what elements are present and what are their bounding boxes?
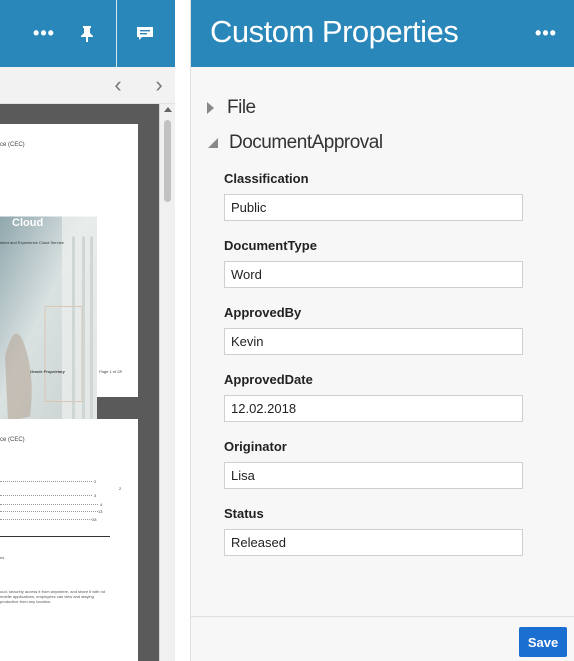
comment-icon (137, 26, 153, 40)
chevron-left-icon: ‹ (114, 72, 122, 97)
field-label: Status (224, 506, 264, 521)
page-header-text: ce (CEC) (0, 437, 25, 443)
cover-image: rn ess Cloud ntent and Experience Cloud … (0, 153, 97, 422)
chevron-right-icon: › (155, 72, 163, 97)
toc-leader (0, 511, 98, 512)
toc-page-number: 28 (92, 517, 97, 522)
more-options-button[interactable]: ••• (27, 0, 61, 67)
expand-right-icon (207, 102, 214, 114)
section-rule (0, 536, 110, 537)
scroll-thumb[interactable] (164, 120, 171, 202)
vertical-scrollbar[interactable] (159, 104, 175, 661)
body-text: es (0, 555, 5, 560)
viewer-toolbar: ••• (0, 0, 175, 67)
field-documenttype: DocumentType (224, 238, 524, 305)
next-page-button[interactable]: › (147, 72, 171, 98)
page-footer-right: Page 1 of 28 (99, 369, 122, 374)
field-status: Status (224, 506, 524, 573)
collapse-down-icon (208, 138, 218, 148)
approveddate-input[interactable] (224, 395, 523, 422)
toc-page-number: 2 (119, 486, 122, 491)
field-approvedby: ApprovedBy (224, 305, 524, 372)
document-page-thumbnail[interactable]: ce (CEC) rn ess Cloud ntent and Experien… (0, 124, 138, 422)
document-page-thumbnail[interactable]: ce (CEC) 2 2 3 4 13 28 es oud, securely … (0, 419, 138, 661)
toc-leader (0, 504, 98, 505)
classification-input[interactable] (224, 194, 523, 221)
section-label: File (227, 97, 256, 118)
toc-leader (0, 519, 92, 520)
section-documentapproval-toggle[interactable]: DocumentApproval (207, 132, 383, 154)
more-dots-icon: ••• (535, 22, 557, 43)
status-input[interactable] (224, 529, 523, 556)
originator-input[interactable] (224, 462, 523, 489)
field-label: ApprovedBy (224, 305, 302, 320)
toc-page-number: 4 (100, 502, 103, 507)
toc-leader (0, 481, 92, 482)
panel-title: Custom Properties (210, 14, 459, 49)
toolbar-divider (116, 0, 117, 67)
more-dots-icon: ••• (33, 23, 55, 43)
cover-title-line: ess (11, 201, 29, 213)
cover-title-line: rn (23, 185, 33, 197)
body-text: oud, securely access it from anywhere, a… (0, 589, 105, 604)
panel-more-button[interactable]: ••• (529, 16, 563, 50)
field-approveddate: ApprovedDate (224, 372, 524, 439)
page-navigation: ‹ › (0, 67, 175, 104)
approvedby-input[interactable] (224, 328, 523, 355)
save-button[interactable]: Save (519, 627, 567, 657)
cover-title-line: Cloud (12, 217, 44, 229)
panel-footer: Save (191, 616, 574, 661)
scroll-up-icon[interactable] (164, 107, 172, 112)
comments-button[interactable] (120, 0, 170, 67)
toc-page-number: 13 (98, 509, 103, 514)
panel-header: Custom Properties ••• (191, 0, 574, 67)
field-label: Originator (224, 439, 287, 454)
pin-icon (81, 25, 93, 42)
toc-leader (0, 495, 92, 496)
page-header-text: ce (CEC) (0, 142, 25, 148)
property-fields: Classification DocumentType ApprovedBy A… (224, 171, 524, 573)
cover-subtitle: ntent and Experience Cloud Service (0, 240, 64, 245)
field-label: Classification (224, 171, 309, 186)
documenttype-input[interactable] (224, 261, 523, 288)
page-footer-left: Oracle Proprietary (30, 369, 65, 374)
document-viewer: ••• ‹ › ce (CEC) rn ess Cloud ntent and … (0, 0, 175, 661)
field-label: DocumentType (224, 238, 317, 253)
field-originator: Originator (224, 439, 524, 506)
previous-page-button[interactable]: ‹ (106, 72, 130, 98)
field-label: ApprovedDate (224, 372, 313, 387)
pin-button[interactable] (70, 0, 104, 67)
section-file-toggle[interactable]: File (207, 97, 256, 119)
section-label: DocumentApproval (229, 132, 383, 153)
toc-page-number: 2 (94, 479, 97, 484)
custom-properties-panel: Custom Properties ••• File DocumentAppro… (190, 0, 574, 661)
field-classification: Classification (224, 171, 524, 238)
toc-page-number: 3 (94, 493, 97, 498)
